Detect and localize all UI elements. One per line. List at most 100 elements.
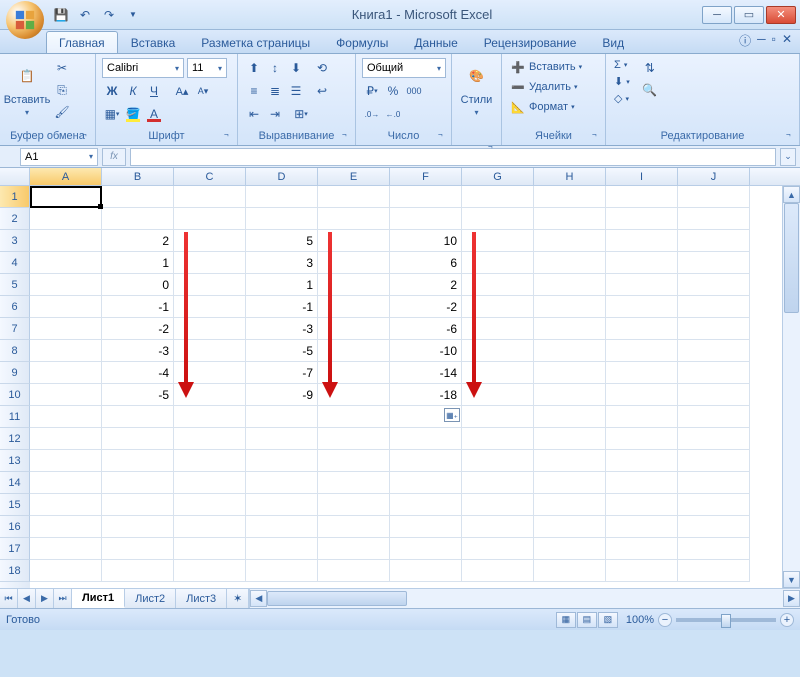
cell-A4[interactable] xyxy=(30,252,102,274)
grow-font-icon[interactable]: A▴ xyxy=(172,81,192,101)
cell-A7[interactable] xyxy=(30,318,102,340)
cell-F4[interactable]: 6 xyxy=(390,252,462,274)
row-header-4[interactable]: 4 xyxy=(0,252,30,274)
cell-E6[interactable] xyxy=(318,296,390,318)
row-header-2[interactable]: 2 xyxy=(0,208,30,230)
scroll-left-button[interactable]: ◀ xyxy=(250,590,267,607)
minimize-button[interactable]: ─ xyxy=(702,6,732,24)
cell-J11[interactable] xyxy=(678,406,750,428)
row-header-11[interactable]: 11 xyxy=(0,406,30,428)
expand-formula-bar-icon[interactable]: ⌄ xyxy=(780,148,796,166)
cell-F12[interactable] xyxy=(390,428,462,450)
cell-A11[interactable] xyxy=(30,406,102,428)
cell-D17[interactable] xyxy=(246,538,318,560)
cell-G3[interactable] xyxy=(462,230,534,252)
cell-A6[interactable] xyxy=(30,296,102,318)
cell-H1[interactable] xyxy=(534,186,606,208)
cell-E4[interactable] xyxy=(318,252,390,274)
cell-F15[interactable] xyxy=(390,494,462,516)
row-header-10[interactable]: 10 xyxy=(0,384,30,406)
cell-I14[interactable] xyxy=(606,472,678,494)
row-header-12[interactable]: 12 xyxy=(0,428,30,450)
cell-G9[interactable] xyxy=(462,362,534,384)
cell-H15[interactable] xyxy=(534,494,606,516)
col-header-I[interactable]: I xyxy=(606,168,678,185)
cell-H17[interactable] xyxy=(534,538,606,560)
cell-G1[interactable] xyxy=(462,186,534,208)
cell-E8[interactable] xyxy=(318,340,390,362)
cell-I1[interactable] xyxy=(606,186,678,208)
cell-D7[interactable]: -3 xyxy=(246,318,318,340)
fill-color-icon[interactable]: 🪣 xyxy=(123,104,143,124)
cell-H16[interactable] xyxy=(534,516,606,538)
cell-G8[interactable] xyxy=(462,340,534,362)
cell-C8[interactable] xyxy=(174,340,246,362)
cell-D18[interactable] xyxy=(246,560,318,582)
cell-B17[interactable] xyxy=(102,538,174,560)
cell-J3[interactable] xyxy=(678,230,750,252)
cell-B2[interactable] xyxy=(102,208,174,230)
cell-D2[interactable] xyxy=(246,208,318,230)
cell-F13[interactable] xyxy=(390,450,462,472)
cell-E11[interactable] xyxy=(318,406,390,428)
cell-A5[interactable] xyxy=(30,274,102,296)
cell-B12[interactable] xyxy=(102,428,174,450)
sheet-tab-1[interactable]: Лист1 xyxy=(72,589,125,608)
cell-H9[interactable] xyxy=(534,362,606,384)
cell-C14[interactable] xyxy=(174,472,246,494)
cell-B9[interactable]: -4 xyxy=(102,362,174,384)
col-header-F[interactable]: F xyxy=(390,168,462,185)
clear-button[interactable]: ◇▾ xyxy=(612,91,632,106)
row-header-6[interactable]: 6 xyxy=(0,296,30,318)
cell-J5[interactable] xyxy=(678,274,750,296)
cell-F18[interactable] xyxy=(390,560,462,582)
orientation-icon[interactable]: ⟲ xyxy=(312,58,332,78)
cell-A10[interactable] xyxy=(30,384,102,406)
sheet-nav-first[interactable]: ⏮ xyxy=(0,589,18,608)
maximize-button[interactable]: ▭ xyxy=(734,6,764,24)
sheet-nav-last[interactable]: ⏭ xyxy=(54,589,72,608)
cell-J14[interactable] xyxy=(678,472,750,494)
cell-J7[interactable] xyxy=(678,318,750,340)
cell-J18[interactable] xyxy=(678,560,750,582)
cell-G12[interactable] xyxy=(462,428,534,450)
comma-icon[interactable]: 000 xyxy=(404,81,424,101)
cell-B7[interactable]: -2 xyxy=(102,318,174,340)
align-left-icon[interactable]: ≡ xyxy=(244,81,264,101)
zoom-in-button[interactable]: + xyxy=(780,613,794,627)
row-header-1[interactable]: 1 xyxy=(0,186,30,208)
cell-I3[interactable] xyxy=(606,230,678,252)
format-painter-icon[interactable]: 🖌 xyxy=(52,102,72,122)
zoom-level[interactable]: 100% xyxy=(626,614,654,626)
sheet-nav-next[interactable]: ▶ xyxy=(36,589,54,608)
cell-J10[interactable] xyxy=(678,384,750,406)
cell-E17[interactable] xyxy=(318,538,390,560)
qat-dropdown-icon[interactable]: ▼ xyxy=(124,6,142,24)
cell-C17[interactable] xyxy=(174,538,246,560)
view-normal-icon[interactable]: ▦ xyxy=(556,612,576,628)
vscroll-thumb[interactable] xyxy=(784,203,799,313)
office-button[interactable] xyxy=(6,1,44,39)
cell-A2[interactable] xyxy=(30,208,102,230)
row-header-3[interactable]: 3 xyxy=(0,230,30,252)
tab-insert[interactable]: Вставка xyxy=(118,31,189,53)
cell-H18[interactable] xyxy=(534,560,606,582)
cell-B14[interactable] xyxy=(102,472,174,494)
new-sheet-button[interactable]: ✶ xyxy=(227,589,249,608)
cell-G11[interactable] xyxy=(462,406,534,428)
cell-E3[interactable] xyxy=(318,230,390,252)
cell-H2[interactable] xyxy=(534,208,606,230)
cell-I17[interactable] xyxy=(606,538,678,560)
underline-button[interactable]: Ч xyxy=(144,81,164,101)
autosum-button[interactable]: Σ▾ xyxy=(612,58,632,72)
italic-button[interactable]: К xyxy=(123,81,143,101)
view-pagebreak-icon[interactable]: ▧ xyxy=(598,612,618,628)
cell-D4[interactable]: 3 xyxy=(246,252,318,274)
sort-filter-icon[interactable]: ⇅ xyxy=(640,58,660,78)
cell-B10[interactable]: -5 xyxy=(102,384,174,406)
cell-E7[interactable] xyxy=(318,318,390,340)
cell-E2[interactable] xyxy=(318,208,390,230)
find-select-icon[interactable]: 🔍 xyxy=(640,80,660,100)
cell-F10[interactable]: -18 xyxy=(390,384,462,406)
tab-view[interactable]: Вид xyxy=(589,31,637,53)
